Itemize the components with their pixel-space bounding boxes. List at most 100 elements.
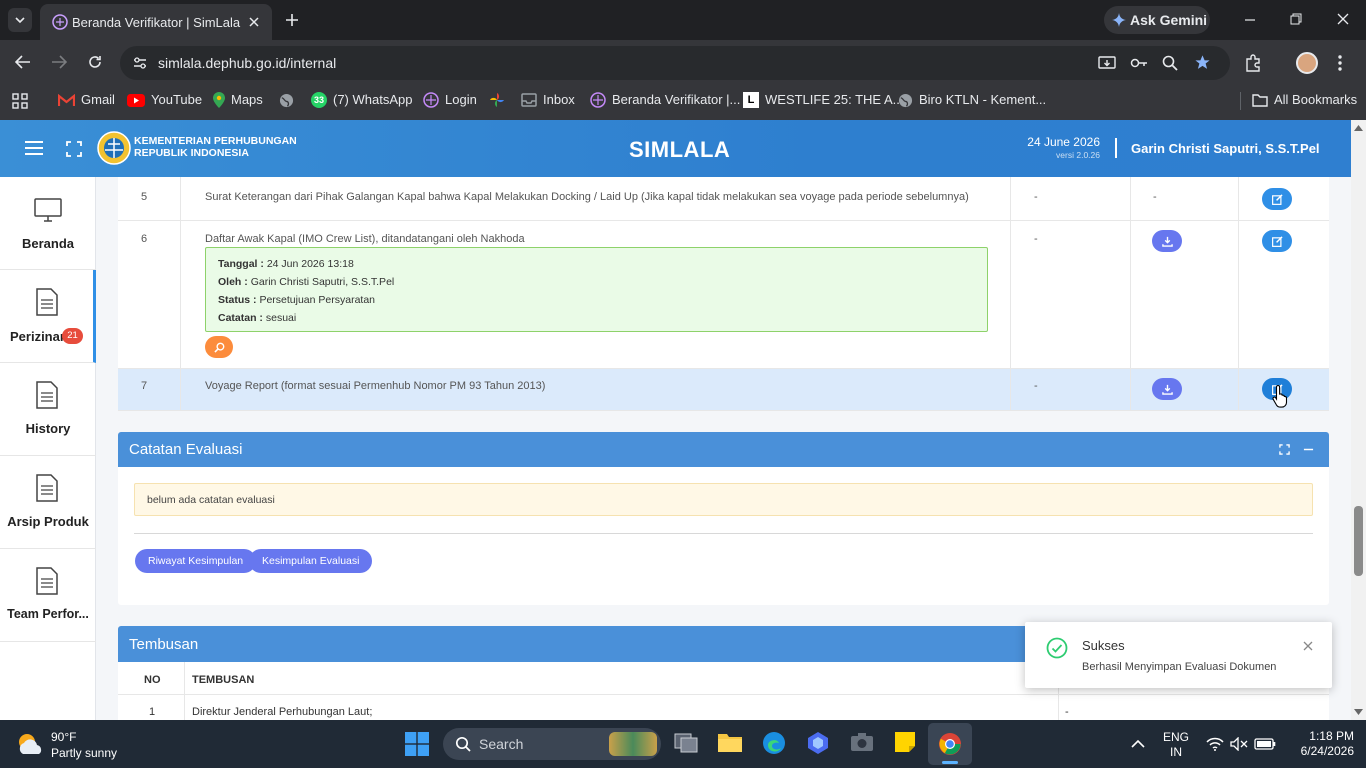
minimize-icon[interactable]	[1244, 14, 1256, 26]
site-info-icon[interactable]	[132, 56, 148, 70]
bookmarks-bar: Gmail YouTube Maps 33 (7) WhatsApp Login…	[0, 84, 1366, 120]
browser-tab[interactable]: Beranda Verifikator | SimLala	[40, 4, 272, 40]
profile-avatar[interactable]	[1296, 52, 1318, 74]
bookmark-simlala[interactable]: Beranda Verifikator |...	[590, 84, 740, 116]
weather-widget[interactable]: 90°F Partly sunny	[14, 728, 154, 762]
scroll-down-icon[interactable]	[1354, 709, 1363, 715]
sidebar-item-history[interactable]: History	[0, 363, 96, 456]
install-app-icon[interactable]	[1098, 55, 1116, 71]
document-icon	[36, 567, 58, 595]
close-icon[interactable]	[248, 16, 260, 28]
whatsapp-icon: 33	[311, 92, 327, 108]
bookmark-westlife[interactable]: L WESTLIFE 25: THE A...	[743, 84, 903, 116]
column-divider	[184, 662, 185, 695]
download-button[interactable]	[1152, 378, 1182, 400]
edit-button[interactable]	[1262, 230, 1292, 252]
user-name[interactable]: Garin Christi Saputri, S.S.T.Pel	[1131, 141, 1320, 156]
chrome-taskbar-button[interactable]	[928, 723, 972, 765]
copilot-icon[interactable]	[806, 731, 830, 755]
clock[interactable]: 1:18 PM 6/24/2026	[1290, 729, 1354, 759]
forward-arrow-icon[interactable]	[51, 55, 67, 69]
reload-icon[interactable]	[87, 54, 103, 70]
sidebar-item-team-performance[interactable]: Team Perfor...	[0, 549, 96, 642]
bookmark-label: Inbox	[543, 92, 575, 107]
camera-app-icon[interactable]	[850, 732, 874, 752]
riwayat-kesimpulan-button[interactable]: Riwayat Kesimpulan	[135, 549, 257, 573]
download-icon	[1161, 384, 1173, 395]
sidebar-item-beranda[interactable]: Beranda	[0, 177, 96, 270]
table-row: 6 Daftar Awak Kapal (IMO Crew List), dit…	[118, 221, 1329, 369]
close-icon[interactable]	[1303, 641, 1313, 651]
view-evaluation-button[interactable]	[205, 336, 233, 358]
ask-gemini-button[interactable]: Ask Gemini	[1104, 6, 1210, 34]
eval-tanggal: Tanggal : 24 Jun 2026 13:18	[218, 255, 975, 273]
simlala-favicon-icon	[52, 14, 68, 30]
task-view-icon[interactable]	[674, 732, 698, 754]
sidebar-item-label: Arsip Produk	[7, 514, 89, 529]
bookmark-biro-ktln[interactable]: Biro KTLN - Kement...	[898, 84, 1046, 116]
bookmark-gmail[interactable]: Gmail	[58, 84, 115, 116]
bookmark-maps[interactable]: Maps	[213, 84, 263, 116]
chevron-up-icon[interactable]	[1131, 739, 1145, 748]
sticky-notes-icon[interactable]	[894, 731, 916, 753]
sidebar-item-arsip-produk[interactable]: Arsip Produk	[0, 456, 96, 549]
sidebar-item-perizinan[interactable]: Perizinan 21	[0, 270, 96, 363]
bookmark-youtube[interactable]: YouTube	[127, 84, 202, 116]
scrollbar-thumb[interactable]	[1354, 506, 1363, 576]
monitor-icon	[34, 198, 62, 222]
fullscreen-icon[interactable]	[66, 141, 82, 157]
windows-start-icon[interactable]	[405, 732, 429, 756]
cell-document-name: Voyage Report (format sesuai Permenhub N…	[181, 369, 1011, 410]
bookmark-globe[interactable]	[279, 84, 294, 116]
download-button[interactable]	[1152, 230, 1182, 252]
cell-value: -	[1153, 191, 1157, 203]
window-close-icon[interactable]	[1337, 13, 1349, 25]
bookmark-label: Gmail	[81, 92, 115, 107]
bookmark-whatsapp[interactable]: 33 (7) WhatsApp	[311, 84, 412, 116]
zoom-icon[interactable]	[1162, 55, 1178, 71]
cell-document-name: Surat Keterangan dari Pihak Galangan Kap…	[181, 177, 1011, 220]
page-scrollbar[interactable]	[1351, 120, 1366, 720]
password-key-icon[interactable]	[1130, 56, 1148, 70]
kebab-menu-icon[interactable]	[1338, 55, 1342, 71]
hamburger-menu-icon[interactable]	[25, 141, 43, 155]
all-bookmarks[interactable]: All Bookmarks	[1252, 84, 1357, 116]
cell-col3: -	[1011, 369, 1131, 410]
kemenhub-logo-icon	[97, 131, 131, 165]
file-explorer-icon[interactable]	[718, 732, 742, 752]
bookmark-pinwheel[interactable]	[489, 84, 505, 116]
kesimpulan-evaluasi-button[interactable]: Kesimpulan Evaluasi	[249, 549, 373, 573]
eval-oleh-label: Oleh :	[218, 276, 248, 288]
expand-icon[interactable]	[1279, 444, 1290, 455]
wifi-icon[interactable]	[1206, 737, 1224, 751]
collapse-icon[interactable]	[1303, 444, 1314, 455]
clock-time: 1:18 PM	[1309, 729, 1354, 743]
battery-icon[interactable]	[1254, 737, 1276, 750]
success-toast: Sukses Berhasil Menyimpan Evaluasi Dokum…	[1025, 622, 1332, 688]
eval-oleh-value: Garin Christi Saputri, S.S.T.Pel	[250, 276, 395, 288]
eval-catatan-value: sesuai	[265, 312, 297, 324]
tab-search-button[interactable]	[8, 8, 32, 32]
bookmark-star-icon[interactable]	[1194, 54, 1211, 71]
scroll-up-icon[interactable]	[1354, 125, 1363, 131]
edit-button[interactable]	[1262, 188, 1292, 210]
extensions-puzzle-icon[interactable]	[1244, 54, 1262, 72]
bookmark-login[interactable]: Login	[423, 84, 477, 116]
volume-muted-icon[interactable]	[1230, 737, 1248, 751]
bookmark-inbox[interactable]: Inbox	[521, 84, 575, 116]
restore-icon[interactable]	[1290, 13, 1302, 25]
eval-oleh: Oleh : Garin Christi Saputri, S.S.T.Pel	[218, 273, 975, 291]
app-title: SIMLALA	[629, 137, 731, 162]
language-indicator[interactable]: ENG IN	[1163, 730, 1189, 760]
new-tab-icon[interactable]	[284, 12, 300, 28]
edge-browser-icon[interactable]	[762, 731, 786, 755]
address-bar[interactable]: simlala.dephub.go.id/internal	[120, 46, 1230, 80]
taskbar-search-label: Search	[479, 736, 524, 752]
back-arrow-icon[interactable]	[15, 55, 31, 69]
org-line-1: KEMENTERIAN PERHUBUNGAN	[134, 135, 297, 147]
taskbar-search[interactable]: Search	[443, 728, 661, 760]
bookmark-label: Beranda Verifikator |...	[612, 92, 741, 107]
apps-grid-icon[interactable]	[12, 93, 28, 109]
cell-no: 6	[118, 221, 181, 368]
cell-value: -	[1034, 191, 1038, 203]
